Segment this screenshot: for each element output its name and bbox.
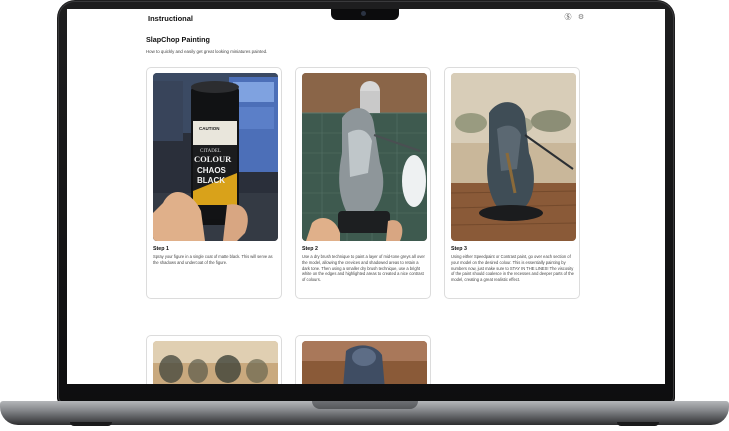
screen: Instructional Ⓢ ⚙ SlapChop Painting How … <box>67 9 665 384</box>
drybrushed-miniature-image <box>302 73 427 241</box>
page-subtitle: How to quickly and easily get great look… <box>146 49 268 54</box>
can-colour-label: COLOUR <box>194 154 232 164</box>
step-card[interactable]: Step 3 Using either Speedpaint or Contra… <box>444 67 580 299</box>
laptop-foot <box>70 422 112 426</box>
step-description: Spray your figure in a single coat of ma… <box>153 254 273 265</box>
step-card[interactable]: Step 2 Use a dry brush technique to pain… <box>295 67 431 299</box>
miniature-group-image <box>153 341 278 384</box>
step-description: Using either Speedpaint or Contrast pain… <box>451 254 574 283</box>
painted-miniature-photo <box>451 73 576 241</box>
miniature-group-photo <box>153 341 278 384</box>
laptop-foot <box>617 422 659 426</box>
can-black-label: BLACK <box>197 176 225 185</box>
step-title: Step 1 <box>153 246 169 252</box>
step-card[interactable]: CAUTION CITADEL COLOUR CHAOS BLACK Step … <box>146 67 282 299</box>
can-warning-label: CAUTION <box>199 126 220 131</box>
step-title: Step 3 <box>451 246 467 252</box>
step-title: Step 2 <box>302 246 318 252</box>
miniature-closeup-image <box>302 341 427 384</box>
painted-miniature-image <box>451 73 576 241</box>
step-description: Use a dry brush technique to paint a lay… <box>302 254 425 283</box>
camera-icon <box>361 11 366 16</box>
app-title: Instructional <box>148 14 194 23</box>
page-title: SlapChop Painting <box>146 35 210 44</box>
drybrushed-miniature-photo <box>302 73 427 241</box>
step-card[interactable] <box>146 335 282 384</box>
account-icon[interactable]: Ⓢ <box>564 14 572 22</box>
laptop-base-lip <box>312 401 418 409</box>
spray-can-photo: CAUTION CITADEL COLOUR CHAOS BLACK <box>153 73 278 241</box>
step-card[interactable] <box>295 335 431 384</box>
can-chaos-label: CHAOS <box>197 166 227 175</box>
miniature-closeup-photo <box>302 341 427 384</box>
spray-can-image: CAUTION CITADEL COLOUR CHAOS BLACK <box>153 73 278 241</box>
settings-icon[interactable]: ⚙ <box>577 14 585 22</box>
